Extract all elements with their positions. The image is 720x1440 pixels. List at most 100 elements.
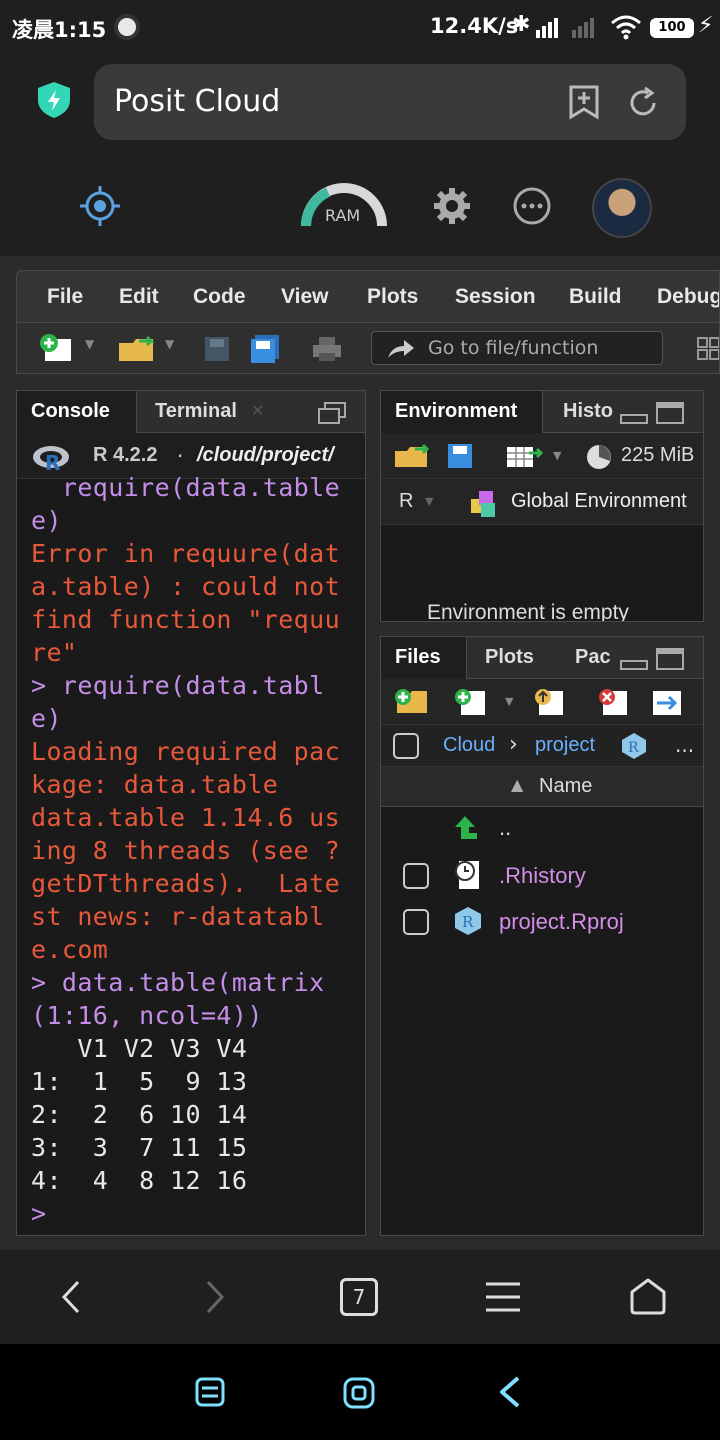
upload-icon[interactable] (531, 687, 569, 717)
print-icon[interactable] (311, 335, 343, 363)
file-checkbox[interactable] (403, 909, 429, 935)
menu-icon[interactable] (484, 1280, 522, 1314)
dropdown-arrow-icon[interactable]: ▼ (85, 337, 94, 351)
menu-debug[interactable]: Debug (657, 285, 719, 309)
console-line: (1:16, ncol=4)) (31, 1001, 263, 1030)
files-pane: Files Plots Pac ▼ Cloud › project R ... … (380, 636, 704, 1236)
dropdown-arrow-icon[interactable]: ▼ (505, 695, 513, 708)
working-directory[interactable]: /cloud/project/ (197, 444, 334, 467)
maximize-pane-icon[interactable] (655, 401, 685, 425)
memory-usage[interactable]: 225 MiB (621, 444, 694, 467)
file-row-rproj[interactable]: R project.Rproj (381, 901, 703, 945)
console-line: find function "requu (31, 605, 341, 634)
file-name[interactable]: project.Rproj (499, 909, 624, 935)
more-options-icon[interactable] (512, 186, 552, 226)
location-icon[interactable] (80, 186, 120, 226)
recent-apps-icon[interactable] (194, 1376, 226, 1408)
back-icon[interactable] (56, 1278, 86, 1316)
load-workspace-icon[interactable] (393, 441, 433, 471)
dropdown-arrow-icon[interactable]: ▼ (425, 495, 433, 508)
close-icon[interactable]: ✕ (251, 401, 264, 420)
console-line: 4: 4 8 12 16 (31, 1166, 248, 1195)
console-line: 3: 3 7 11 15 (31, 1133, 248, 1162)
tabs-button[interactable]: 7 (340, 1278, 378, 1316)
file-name[interactable]: .. (499, 815, 511, 841)
file-row-rhistory[interactable]: .Rhistory (381, 855, 703, 899)
global-environment-select[interactable]: Global Environment (511, 490, 687, 513)
menu-bar: File Edit Code View Plots Session Build … (16, 270, 720, 322)
console-line: require(data.table (31, 473, 341, 502)
delete-icon[interactable] (595, 687, 633, 717)
tab-plots[interactable]: Plots (471, 637, 548, 679)
menu-file[interactable]: File (47, 285, 83, 309)
sort-ascending-icon[interactable]: ▲ (511, 775, 523, 794)
console-line: 2: 2 6 10 14 (31, 1100, 248, 1129)
tab-environment[interactable]: Environment (381, 391, 543, 433)
open-folder-icon[interactable] (117, 333, 161, 365)
save-all-icon[interactable] (249, 333, 281, 365)
tab-packages[interactable]: Pac (561, 637, 617, 679)
goto-file-input[interactable]: Go to file/function (371, 331, 663, 365)
file-checkbox[interactable] (403, 863, 429, 889)
tab-terminal[interactable]: Terminal (141, 391, 251, 433)
rproj-icon[interactable]: R (619, 731, 649, 761)
breadcrumb-cloud[interactable]: Cloud (443, 734, 495, 757)
avatar[interactable] (592, 178, 652, 238)
select-all-checkbox[interactable] (393, 733, 419, 759)
grid-layout-icon[interactable] (697, 337, 720, 361)
home-button-icon[interactable] (342, 1376, 376, 1410)
home-icon[interactable] (628, 1276, 668, 1316)
new-file-icon[interactable] (37, 333, 77, 365)
menu-view[interactable]: View (281, 285, 328, 309)
tab-count: 7 (352, 1285, 366, 1309)
history-file-icon (455, 861, 479, 889)
column-name[interactable]: Name (539, 775, 592, 798)
save-icon[interactable] (203, 335, 231, 363)
battery-level: 100 (658, 20, 686, 35)
memory-usage-icon[interactable] (585, 443, 613, 471)
menu-code[interactable]: Code (193, 285, 246, 309)
rename-icon[interactable] (649, 687, 687, 717)
breadcrumb-project[interactable]: project (535, 734, 595, 757)
shield-icon[interactable] (36, 80, 72, 120)
environment-pane: Environment Histo ▼ 225 MiB R ▼ Global E… (380, 390, 704, 622)
console-output[interactable]: require(data.table e) Error in requure(dat… (31, 471, 365, 1231)
file-row-parent[interactable]: .. (381, 809, 703, 853)
new-folder-icon[interactable] (393, 687, 431, 717)
import-dataset-icon[interactable] (505, 443, 545, 471)
charging-icon: ⚡ (698, 13, 714, 38)
network-speed: 12.4K/s (430, 14, 519, 38)
maximize-pane-icon[interactable] (655, 647, 685, 671)
save-workspace-icon[interactable] (447, 443, 473, 469)
minimize-pane-icon[interactable] (619, 403, 649, 425)
tab-history[interactable]: Histo (549, 391, 613, 433)
status-bar: 凌晨1:15 12.4K/s ✱ 100 ⚡ (0, 0, 720, 56)
dropdown-arrow-icon[interactable]: ▼ (165, 337, 174, 351)
console-line: Loading required pac (31, 737, 341, 766)
more-options-button[interactable]: ... (675, 733, 694, 757)
file-name[interactable]: .Rhistory (499, 863, 586, 889)
minimize-pane-icon[interactable] (619, 649, 649, 671)
gear-icon[interactable] (432, 186, 472, 226)
new-blank-file-icon[interactable] (453, 687, 491, 717)
menu-edit[interactable]: Edit (119, 285, 159, 309)
back-button-icon[interactable] (494, 1374, 526, 1410)
r-version: R 4.2.2 (93, 444, 158, 466)
reload-icon[interactable] (626, 86, 660, 120)
tab-files[interactable]: Files (381, 637, 467, 679)
language-select[interactable]: R (399, 490, 413, 513)
bookmark-add-icon[interactable] (568, 84, 600, 120)
menu-build[interactable]: Build (569, 285, 622, 309)
console-line: a.table) : could not (31, 572, 341, 601)
maximize-pane-icon[interactable] (317, 401, 347, 425)
forward-icon[interactable] (200, 1278, 230, 1316)
url-bar[interactable]: Posit Cloud (94, 64, 686, 140)
tab-console[interactable]: Console (17, 391, 137, 433)
rstudio-ide: File Edit Code View Plots Session Build … (0, 256, 720, 1250)
ram-label: RAM (325, 206, 361, 225)
menu-plots[interactable]: Plots (367, 285, 418, 309)
menu-session[interactable]: Session (455, 285, 536, 309)
browser-bar: Posit Cloud RAM (0, 56, 720, 256)
console-line: V1 V2 V3 V4 (31, 1034, 248, 1063)
dropdown-arrow-icon[interactable]: ▼ (553, 449, 561, 462)
